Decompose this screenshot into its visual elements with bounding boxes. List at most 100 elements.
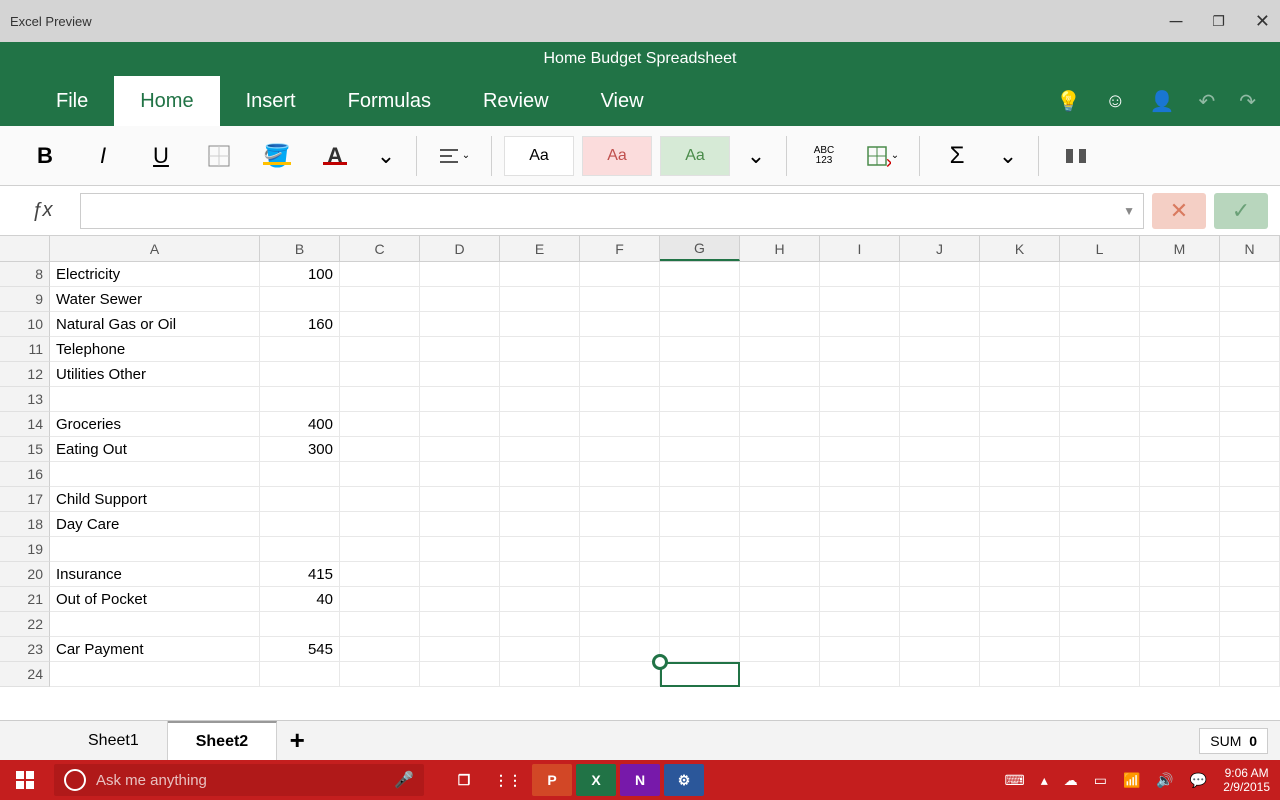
cell-K9[interactable] <box>980 287 1060 312</box>
cell-E20[interactable] <box>500 562 580 587</box>
cell-I8[interactable] <box>820 262 900 287</box>
row-header-18[interactable]: 18 <box>0 512 50 537</box>
cell-L19[interactable] <box>1060 537 1140 562</box>
align-button[interactable]: ⌄ <box>429 136 479 176</box>
cell-A23[interactable]: Car Payment <box>50 637 260 662</box>
cell-J22[interactable] <box>900 612 980 637</box>
cell-G16[interactable] <box>660 462 740 487</box>
cell-E24[interactable] <box>500 662 580 687</box>
cell-M23[interactable] <box>1140 637 1220 662</box>
cell-D18[interactable] <box>420 512 500 537</box>
cell-I14[interactable] <box>820 412 900 437</box>
cell-C11[interactable] <box>340 337 420 362</box>
row-header-12[interactable]: 12 <box>0 362 50 387</box>
cell-J17[interactable] <box>900 487 980 512</box>
cell-D13[interactable] <box>420 387 500 412</box>
italic-button[interactable]: I <box>78 136 128 176</box>
cell-D20[interactable] <box>420 562 500 587</box>
cell-F24[interactable] <box>580 662 660 687</box>
cells-area[interactable]: Electricity100Water SewerNatural Gas or … <box>50 262 1280 687</box>
cell-F13[interactable] <box>580 387 660 412</box>
cell-H19[interactable] <box>740 537 820 562</box>
cell-J19[interactable] <box>900 537 980 562</box>
row-header-14[interactable]: 14 <box>0 412 50 437</box>
cell-K14[interactable] <box>980 412 1060 437</box>
powerpoint-icon[interactable]: P <box>532 764 572 796</box>
cell-J14[interactable] <box>900 412 980 437</box>
cell-G11[interactable] <box>660 337 740 362</box>
cell-F18[interactable] <box>580 512 660 537</box>
cell-G19[interactable] <box>660 537 740 562</box>
cell-N21[interactable] <box>1220 587 1280 612</box>
cell-B23[interactable]: 545 <box>260 637 340 662</box>
smiley-icon[interactable]: ☺ <box>1105 90 1125 113</box>
cell-N9[interactable] <box>1220 287 1280 312</box>
cell-J21[interactable] <box>900 587 980 612</box>
cell-K24[interactable] <box>980 662 1060 687</box>
cell-D9[interactable] <box>420 287 500 312</box>
cell-I17[interactable] <box>820 487 900 512</box>
cell-J18[interactable] <box>900 512 980 537</box>
column-header-N[interactable]: N <box>1220 236 1280 261</box>
cell-F22[interactable] <box>580 612 660 637</box>
column-header-B[interactable]: B <box>260 236 340 261</box>
clock[interactable]: 9:06 AM 2/9/2015 <box>1223 766 1270 794</box>
minimize-button[interactable]: ─ <box>1170 11 1183 32</box>
row-header-19[interactable]: 19 <box>0 537 50 562</box>
volume-icon[interactable]: 🔊 <box>1156 772 1173 789</box>
spreadsheet-grid[interactable]: ABCDEFGHIJKLMN 8910111213141516171819202… <box>0 236 1280 720</box>
cell-M11[interactable] <box>1140 337 1220 362</box>
notifications-icon[interactable]: 💬 <box>1190 772 1207 789</box>
cell-C8[interactable] <box>340 262 420 287</box>
cell-I22[interactable] <box>820 612 900 637</box>
cell-G12[interactable] <box>660 362 740 387</box>
cell-D15[interactable] <box>420 437 500 462</box>
cell-M8[interactable] <box>1140 262 1220 287</box>
number-format-button[interactable]: ABC 123 <box>799 136 849 176</box>
cell-style-normal[interactable]: Aa <box>504 136 574 176</box>
cortana-search[interactable]: Ask me anything 🎤 <box>54 764 424 796</box>
cell-K15[interactable] <box>980 437 1060 462</box>
cell-J23[interactable] <box>900 637 980 662</box>
cell-H12[interactable] <box>740 362 820 387</box>
row-header-10[interactable]: 10 <box>0 312 50 337</box>
row-header-11[interactable]: 11 <box>0 337 50 362</box>
cell-K16[interactable] <box>980 462 1060 487</box>
cell-F19[interactable] <box>580 537 660 562</box>
column-header-M[interactable]: M <box>1140 236 1220 261</box>
cell-H16[interactable] <box>740 462 820 487</box>
cell-H14[interactable] <box>740 412 820 437</box>
tray-up-icon[interactable]: ▴ <box>1041 772 1048 789</box>
cell-A9[interactable]: Water Sewer <box>50 287 260 312</box>
cell-D21[interactable] <box>420 587 500 612</box>
share-icon[interactable]: 👤 <box>1150 89 1175 114</box>
underline-button[interactable]: U <box>136 136 186 176</box>
cell-E8[interactable] <box>500 262 580 287</box>
cell-F11[interactable] <box>580 337 660 362</box>
cell-N10[interactable] <box>1220 312 1280 337</box>
cell-F16[interactable] <box>580 462 660 487</box>
cell-E22[interactable] <box>500 612 580 637</box>
cell-B18[interactable] <box>260 512 340 537</box>
row-header-24[interactable]: 24 <box>0 662 50 687</box>
cell-E13[interactable] <box>500 387 580 412</box>
cell-B19[interactable] <box>260 537 340 562</box>
autosum-dropdown[interactable]: ⌄ <box>990 136 1026 176</box>
sheet-tab-2[interactable]: Sheet2 <box>168 721 277 761</box>
insert-cells-button[interactable]: ✕ ⌄ <box>857 136 907 176</box>
lightbulb-icon[interactable]: 💡 <box>1056 89 1081 114</box>
cell-D17[interactable] <box>420 487 500 512</box>
cell-L8[interactable] <box>1060 262 1140 287</box>
cell-B15[interactable]: 300 <box>260 437 340 462</box>
cell-A12[interactable]: Utilities Other <box>50 362 260 387</box>
cell-M15[interactable] <box>1140 437 1220 462</box>
cell-J8[interactable] <box>900 262 980 287</box>
cell-L18[interactable] <box>1060 512 1140 537</box>
cell-L24[interactable] <box>1060 662 1140 687</box>
cell-M20[interactable] <box>1140 562 1220 587</box>
cell-L23[interactable] <box>1060 637 1140 662</box>
cell-A22[interactable] <box>50 612 260 637</box>
cell-G15[interactable] <box>660 437 740 462</box>
cell-C23[interactable] <box>340 637 420 662</box>
cell-A16[interactable] <box>50 462 260 487</box>
